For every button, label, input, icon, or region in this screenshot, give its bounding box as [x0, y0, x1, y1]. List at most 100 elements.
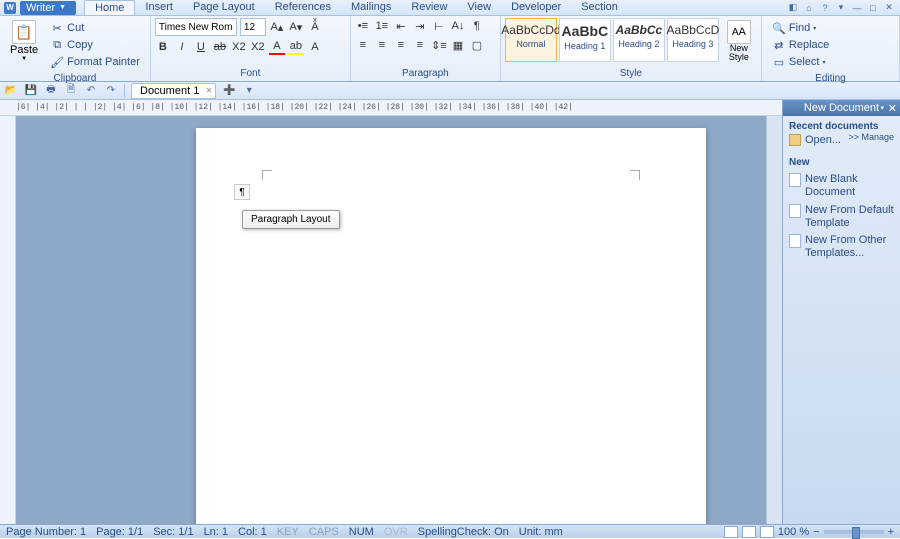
- style-normal[interactable]: AaBbCcDdNormal: [505, 18, 557, 62]
- tab-mailings[interactable]: Mailings: [341, 0, 401, 15]
- manage-link[interactable]: >> Manage: [848, 132, 894, 142]
- copy-button[interactable]: ⧉Copy: [46, 37, 144, 53]
- find-button[interactable]: 🔍Find▾: [768, 20, 833, 36]
- bullets-icon[interactable]: •≡: [355, 18, 371, 34]
- tab-home[interactable]: Home: [84, 0, 135, 15]
- shrink-font-icon[interactable]: A▾: [288, 19, 304, 35]
- font-name-combo[interactable]: [155, 18, 237, 36]
- zoom-out-icon[interactable]: −: [813, 526, 819, 538]
- paste-button[interactable]: 📋 Paste ▼: [4, 18, 44, 64]
- open-link[interactable]: Open...: [789, 132, 848, 149]
- maximize-icon[interactable]: □: [866, 2, 880, 14]
- highlight-icon[interactable]: ab: [288, 39, 304, 55]
- char-shading-icon[interactable]: A: [307, 39, 323, 55]
- save-icon[interactable]: 💾: [24, 84, 38, 98]
- view-print-layout-icon[interactable]: [724, 526, 738, 538]
- clear-format-icon[interactable]: Aͯ: [307, 19, 323, 35]
- style-heading2[interactable]: AaBbCcHeading 2: [613, 18, 665, 62]
- justify-icon[interactable]: ≡: [412, 37, 428, 53]
- strike-icon[interactable]: ab: [212, 39, 228, 55]
- tab-page-layout[interactable]: Page Layout: [183, 0, 265, 15]
- format-painter-button[interactable]: 🖌Format Painter: [46, 54, 144, 70]
- zoom-level[interactable]: 100 %: [778, 526, 809, 538]
- bold-icon[interactable]: B: [155, 39, 171, 55]
- tab-section[interactable]: Section: [571, 0, 628, 15]
- italic-icon[interactable]: I: [174, 39, 190, 55]
- home-icon[interactable]: ⌂: [802, 2, 816, 14]
- status-column[interactable]: Col: 1: [238, 526, 267, 538]
- print-icon[interactable]: 🖶: [44, 84, 58, 98]
- sort-icon[interactable]: A↓: [450, 18, 466, 34]
- line-spacing-icon[interactable]: ⇕≡: [431, 37, 447, 53]
- superscript-icon[interactable]: X2: [250, 39, 266, 55]
- minimize-icon[interactable]: —: [850, 2, 864, 14]
- status-caps[interactable]: CAPS: [309, 526, 339, 538]
- new-from-other-templates[interactable]: New From Other Templates...: [789, 232, 894, 262]
- skin-icon[interactable]: ◧: [786, 2, 800, 14]
- tab-developer[interactable]: Developer: [501, 0, 571, 15]
- print-preview-icon[interactable]: 🗎: [64, 84, 78, 98]
- close-tab-icon[interactable]: ✕: [206, 86, 213, 95]
- view-outline-icon[interactable]: [742, 526, 756, 538]
- numbering-icon[interactable]: 1≡: [374, 18, 390, 34]
- tab-review[interactable]: Review: [401, 0, 457, 15]
- canvas-scroll[interactable]: ¶ Paragraph Layout: [16, 116, 766, 524]
- status-page[interactable]: Page: 1/1: [96, 526, 143, 538]
- status-unit[interactable]: Unit: mm: [519, 526, 563, 538]
- zoom-slider[interactable]: [824, 530, 884, 534]
- tab-references[interactable]: References: [265, 0, 341, 15]
- align-left-icon[interactable]: ≡: [355, 37, 371, 53]
- close-pane-icon[interactable]: ✕: [888, 102, 897, 115]
- redo-icon[interactable]: ↷: [104, 84, 118, 98]
- caret-icon[interactable]: ▾: [834, 2, 848, 14]
- paragraph-layout-icon[interactable]: ¶: [234, 184, 250, 200]
- page[interactable]: ¶ Paragraph Layout: [196, 128, 706, 524]
- tab-stops-icon[interactable]: ⊢: [431, 18, 447, 34]
- shading-icon[interactable]: ▦: [450, 37, 466, 53]
- view-web-icon[interactable]: [760, 526, 774, 538]
- status-ovr[interactable]: OVR: [384, 526, 408, 538]
- tab-menu-icon[interactable]: ▾: [242, 84, 256, 98]
- new-blank-document[interactable]: New Blank Document: [789, 171, 894, 201]
- ruler-horizontal[interactable]: |6| |4| |2| | | |2| |4| |6| |8| |10| |12…: [0, 100, 782, 116]
- status-num[interactable]: NUM: [349, 526, 374, 538]
- close-icon[interactable]: ✕: [882, 2, 896, 14]
- font-color-icon[interactable]: A: [269, 39, 285, 55]
- zoom-in-icon[interactable]: +: [888, 526, 894, 538]
- chevron-down-icon[interactable]: ▾: [880, 104, 884, 112]
- subscript-icon[interactable]: X2: [231, 39, 247, 55]
- show-marks-icon[interactable]: ¶: [469, 18, 485, 34]
- task-pane-header: New Document ▾ ✕: [783, 100, 900, 116]
- new-style-button[interactable]: AA New Style: [721, 18, 757, 64]
- new-from-default-template[interactable]: New From Default Template: [789, 202, 894, 232]
- underline-icon[interactable]: U: [193, 39, 209, 55]
- style-heading1[interactable]: AaBbCHeading 1: [559, 18, 611, 62]
- cut-button[interactable]: ✂Cut: [46, 20, 144, 36]
- undo-icon[interactable]: ↶: [84, 84, 98, 98]
- open-icon[interactable]: 📂: [4, 84, 18, 98]
- document-tab[interactable]: Document 1 ✕: [131, 83, 216, 99]
- grow-font-icon[interactable]: A▴: [269, 19, 285, 35]
- replace-button[interactable]: ⇄Replace: [768, 37, 833, 53]
- select-label: Select: [789, 56, 820, 68]
- scrollbar-vertical[interactable]: [766, 116, 782, 524]
- status-line[interactable]: Ln: 1: [204, 526, 228, 538]
- status-key[interactable]: KEY: [277, 526, 299, 538]
- decrease-indent-icon[interactable]: ⇤: [393, 18, 409, 34]
- increase-indent-icon[interactable]: ⇥: [412, 18, 428, 34]
- align-right-icon[interactable]: ≡: [393, 37, 409, 53]
- style-heading3[interactable]: AaBbCcDHeading 3: [667, 18, 719, 62]
- help-icon[interactable]: ?: [818, 2, 832, 14]
- app-menu-button[interactable]: Writer: [20, 1, 76, 15]
- select-button[interactable]: ▭Select▾: [768, 54, 833, 70]
- align-center-icon[interactable]: ≡: [374, 37, 390, 53]
- tab-view[interactable]: View: [457, 0, 501, 15]
- ruler-vertical[interactable]: [0, 116, 16, 524]
- status-page-number[interactable]: Page Number: 1: [6, 526, 86, 538]
- status-section[interactable]: Sec: 1/1: [153, 526, 193, 538]
- tab-insert[interactable]: Insert: [135, 0, 183, 15]
- status-spellcheck[interactable]: SpellingCheck: On: [418, 526, 509, 538]
- new-tab-icon[interactable]: ➕: [222, 84, 236, 98]
- borders-icon[interactable]: ▢: [469, 37, 485, 53]
- font-size-combo[interactable]: [240, 18, 266, 36]
